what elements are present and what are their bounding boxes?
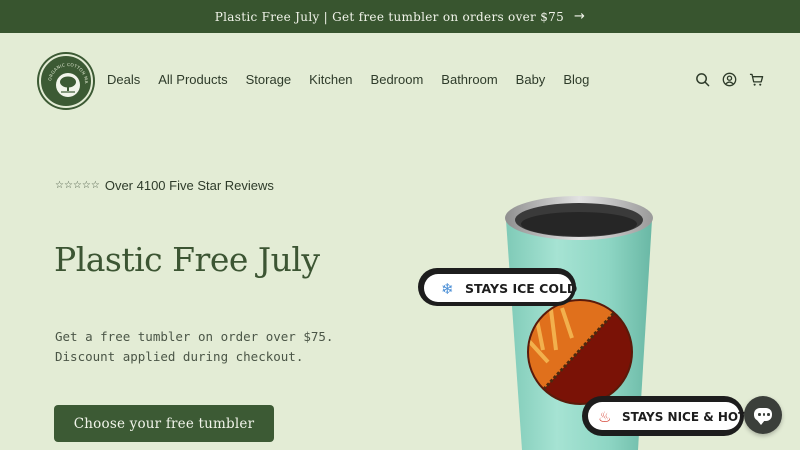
nav-item-bathroom[interactable]: Bathroom (441, 72, 497, 87)
badge-hot-text: STAYS NICE & HOT (622, 410, 747, 424)
arrow-right-icon[interactable]: → (574, 9, 585, 24)
chat-widget-button[interactable] (744, 396, 782, 434)
choose-tumbler-button[interactable]: Choose your free tumbler (54, 405, 274, 442)
badge-stays-ice-cold: ❄ STAYS ICE COLD (418, 268, 577, 306)
search-icon[interactable] (695, 72, 710, 87)
snowflake-icon: ❄ (441, 281, 454, 298)
announcement-bar[interactable]: Plastic Free July | Get free tumbler on … (0, 0, 800, 33)
reviews-text: Over 4100 Five Star Reviews (104, 178, 274, 193)
account-icon[interactable] (722, 72, 737, 87)
hero-title: Plastic Free July (54, 240, 320, 279)
nav-item-bedroom[interactable]: Bedroom (371, 72, 424, 87)
nav-item-blog[interactable]: Blog (563, 72, 589, 87)
nav-item-storage[interactable]: Storage (246, 72, 292, 87)
header-actions (695, 72, 764, 87)
cart-icon[interactable] (749, 72, 764, 87)
star-rating-icon: ☆☆☆☆☆ (55, 180, 100, 191)
nav-item-all-products[interactable]: All Products (158, 72, 227, 87)
nav-item-kitchen[interactable]: Kitchen (309, 72, 352, 87)
badge-stays-nice-hot: ♨ STAYS NICE & HOT (582, 396, 747, 436)
hero-subtitle: Get a free tumbler on order over $75. Di… (55, 329, 334, 364)
reviews-line: ☆☆☆☆☆ Over 4100 Five Star Reviews (55, 178, 274, 193)
nav-item-baby[interactable]: Baby (516, 72, 546, 87)
tree-logo-icon: ORGANIC COTTON MART (41, 56, 89, 97)
brand-logo[interactable]: ORGANIC COTTON MART (39, 54, 93, 108)
badge-cold-text: STAYS ICE COLD (465, 281, 577, 296)
main-nav: Deals All Products Storage Kitchen Bedro… (107, 72, 607, 87)
hot-springs-icon: ♨ (598, 409, 611, 426)
tumbler-product-image: ❄ STAYS ICE COLD ♨ STAYS NICE & HOT (418, 196, 747, 450)
nav-item-deals[interactable]: Deals (107, 72, 140, 87)
announcement-text[interactable]: Plastic Free July | Get free tumbler on … (215, 10, 564, 24)
